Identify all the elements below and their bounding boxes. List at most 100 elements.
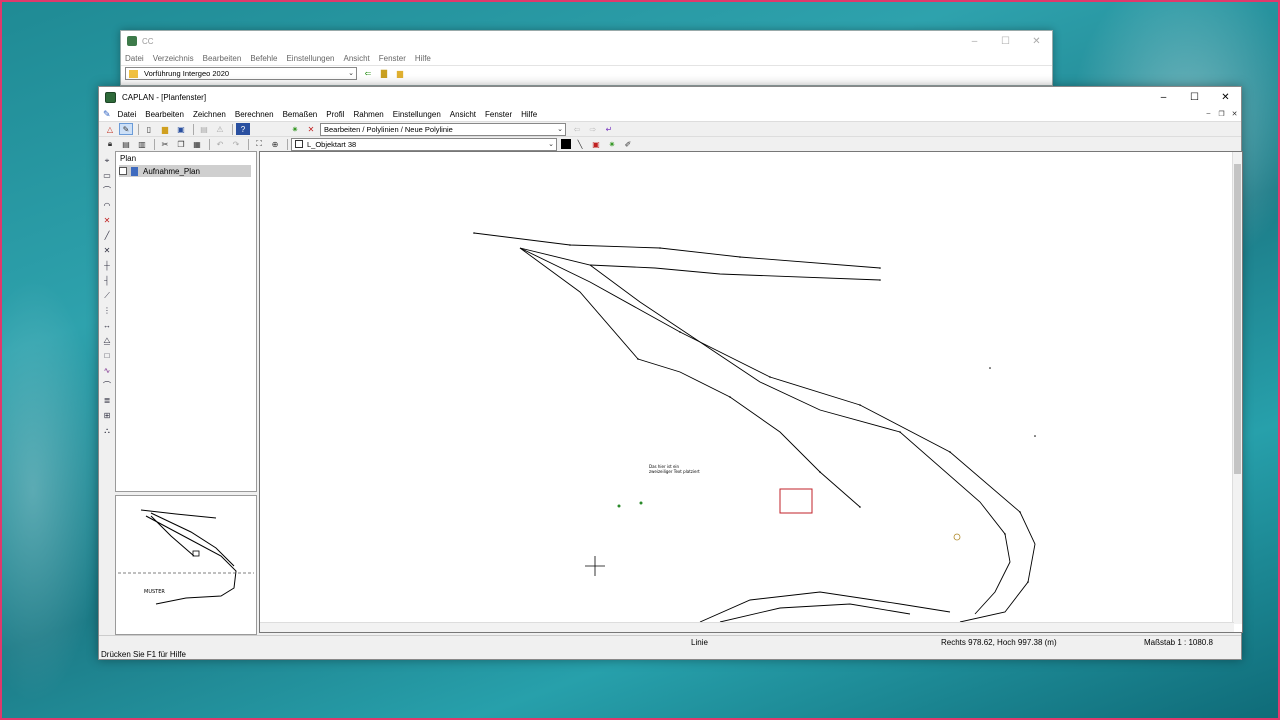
object-type-select[interactable]: L_Objektart 38 ⌄ — [291, 137, 557, 151]
cc-menu-datei[interactable]: Datei — [125, 54, 144, 63]
plan-canvas[interactable]: Das hier ist ein zweizeiliger Text platz… — [259, 151, 1243, 633]
cancel-icon[interactable]: ✕ — [304, 123, 318, 135]
line-tool-icon[interactable]: ╱ — [101, 230, 113, 241]
back-arrow-icon[interactable]: ⇐ — [361, 68, 375, 80]
overview-map[interactable]: MUSTER — [115, 495, 257, 635]
save-icon[interactable]: ▣ — [174, 123, 188, 135]
visibility-checkbox[interactable] — [119, 167, 127, 175]
offset-icon[interactable]: ┤ — [101, 275, 113, 286]
close-icon[interactable]: ✕ — [1021, 36, 1052, 47]
horizontal-scrollbar[interactable] — [260, 622, 1234, 632]
chevron-down-icon: ⌄ — [348, 70, 354, 77]
open-folder-icon[interactable]: ▆ — [158, 123, 172, 135]
cc-menu-bearbeiten[interactable]: Bearbeiten — [203, 54, 242, 63]
menu-datei[interactable]: Datei — [118, 110, 137, 119]
menu-fenster[interactable]: Fenster — [485, 110, 512, 119]
minimize-icon[interactable]: – — [959, 36, 990, 47]
new-file-icon[interactable]: ▯ — [142, 123, 156, 135]
delete-icon[interactable]: ✕ — [101, 215, 113, 226]
lock-icon[interactable]: 🔒︎ — [103, 138, 117, 150]
back-arrow-icon[interactable]: ⇦ — [570, 123, 584, 135]
cc-menu-verzeichnis[interactable]: Verzeichnis — [153, 54, 194, 63]
dimension-icon[interactable]: ↔ — [101, 320, 113, 331]
vertical-scrollbar[interactable] — [1232, 152, 1242, 624]
command-select[interactable]: Bearbeiten / Polylinien / Neue Polylinie… — [320, 122, 566, 136]
menu-rahmen[interactable]: Rahmen — [353, 110, 383, 119]
maximize-icon[interactable]: ☐ — [990, 36, 1021, 47]
selection-rectangle — [779, 488, 813, 514]
menu-zeichnen[interactable]: Zeichnen — [193, 110, 226, 119]
edit-pen-icon[interactable]: ✎ — [119, 123, 133, 135]
triangle-tool-icon[interactable]: △ — [103, 123, 117, 135]
line-style-icon[interactable]: ╲ — [573, 138, 587, 150]
caplan-window[interactable]: CAPLAN - [Planfenster] – ☐ ✕ ✎ Datei Bea… — [98, 86, 1243, 660]
brush-icon[interactable]: ✐ — [621, 138, 635, 150]
forward-arrow-icon[interactable]: ⇨ — [586, 123, 600, 135]
rectangle-select-icon[interactable]: ▭ — [101, 170, 113, 181]
layer-icon[interactable]: ▣ — [589, 138, 603, 150]
cut-icon[interactable]: ✂ — [158, 138, 172, 150]
rectangle-tool-icon[interactable]: □ — [101, 350, 113, 361]
hatch-icon[interactable]: ⛬ — [101, 425, 113, 436]
menu-einstellungen[interactable]: Einstellungen — [393, 110, 441, 119]
cc-app-icon — [127, 36, 137, 46]
symbol-icon[interactable]: ⊞ — [101, 410, 113, 421]
arc-tool-icon[interactable]: ⌒ — [101, 185, 113, 196]
cc-menu-einstellungen[interactable]: Einstellungen — [286, 54, 334, 63]
measure-icon[interactable]: ⋮ — [101, 305, 113, 316]
color-swatch-icon[interactable] — [561, 139, 571, 149]
project-select[interactable]: Vorführung Intergeo 2020 ⌄ — [125, 67, 357, 80]
maximize-icon[interactable]: ☐ — [1179, 92, 1210, 103]
folder-up-icon[interactable]: ▇ — [377, 68, 391, 80]
print-icon[interactable]: ▤ — [197, 123, 211, 135]
point-tool-icon[interactable]: ⌖ — [101, 155, 113, 166]
cc-menu-fenster[interactable]: Fenster — [379, 54, 406, 63]
open-folder-icon[interactable]: ▆ — [393, 68, 407, 80]
plan-tree-panel[interactable]: Plan Aufnahme_Plan — [115, 151, 257, 492]
star-icon[interactable]: ✷ — [605, 138, 619, 150]
cc-menu-befehle[interactable]: Befehle — [250, 54, 277, 63]
redo-icon[interactable]: ↷ — [229, 138, 243, 150]
arc-dashed-icon[interactable]: ◠ — [101, 200, 113, 211]
star-icon[interactable]: ✷ — [288, 123, 302, 135]
curve-icon[interactable]: ∿ — [101, 365, 113, 376]
intersect-icon[interactable]: ✕ — [101, 245, 113, 256]
scrollbar-thumb[interactable] — [1234, 164, 1241, 474]
menu-hilfe[interactable]: Hilfe — [521, 110, 537, 119]
polyline-icon[interactable]: ⟋ — [101, 290, 113, 301]
paste-icon[interactable]: ▦ — [190, 138, 204, 150]
survey-point — [639, 501, 643, 505]
copy-icon[interactable]: ❐ — [174, 138, 188, 150]
print-icon[interactable]: ▥ — [135, 138, 149, 150]
embankment-icon[interactable]: ⧋ — [101, 335, 113, 346]
zoom-extents-icon[interactable]: ⛶ — [252, 138, 266, 150]
menu-profil[interactable]: Profil — [326, 110, 344, 119]
main-title-bar[interactable]: CAPLAN - [Planfenster] – ☐ ✕ — [99, 87, 1241, 107]
cc-window[interactable]: CC – ☐ ✕ Datei Verzeichnis Bearbeiten Be… — [120, 30, 1053, 86]
separator — [248, 138, 249, 150]
mdi-minimize-icon[interactable]: – — [1202, 110, 1215, 118]
menu-bemassen[interactable]: Bemaßen — [283, 110, 318, 119]
menu-ansicht[interactable]: Ansicht — [450, 110, 476, 119]
close-icon[interactable]: ✕ — [1210, 92, 1241, 103]
warning-icon[interactable]: ⚠ — [213, 123, 227, 135]
arc-3p-icon[interactable]: ⌒ — [101, 380, 113, 391]
text-tool-icon[interactable]: ≣ — [101, 395, 113, 406]
return-arrow-icon[interactable]: ↵ — [602, 123, 616, 135]
minimize-icon[interactable]: – — [1148, 92, 1179, 103]
menu-bearbeiten[interactable]: Bearbeiten — [145, 110, 184, 119]
cc-menu-ansicht[interactable]: Ansicht — [344, 54, 370, 63]
tree-item-aufnahme-plan[interactable]: Aufnahme_Plan — [119, 165, 251, 177]
undo-icon[interactable]: ↶ — [213, 138, 227, 150]
zoom-icon[interactable]: ⊕ — [268, 138, 282, 150]
print-preview-icon[interactable]: ▤ — [119, 138, 133, 150]
menu-berechnen[interactable]: Berechnen — [235, 110, 274, 119]
mdi-restore-icon[interactable]: ❐ — [1215, 110, 1228, 118]
cc-menu-hilfe[interactable]: Hilfe — [415, 54, 431, 63]
help-icon[interactable]: ? — [236, 123, 250, 135]
separator — [209, 138, 210, 150]
perpendicular-icon[interactable]: ┼ — [101, 260, 113, 271]
command-select-value: Bearbeiten / Polylinien / Neue Polylinie — [324, 124, 453, 134]
cc-title-bar[interactable]: CC – ☐ ✕ — [121, 31, 1052, 51]
mdi-close-icon[interactable]: ✕ — [1228, 110, 1241, 118]
